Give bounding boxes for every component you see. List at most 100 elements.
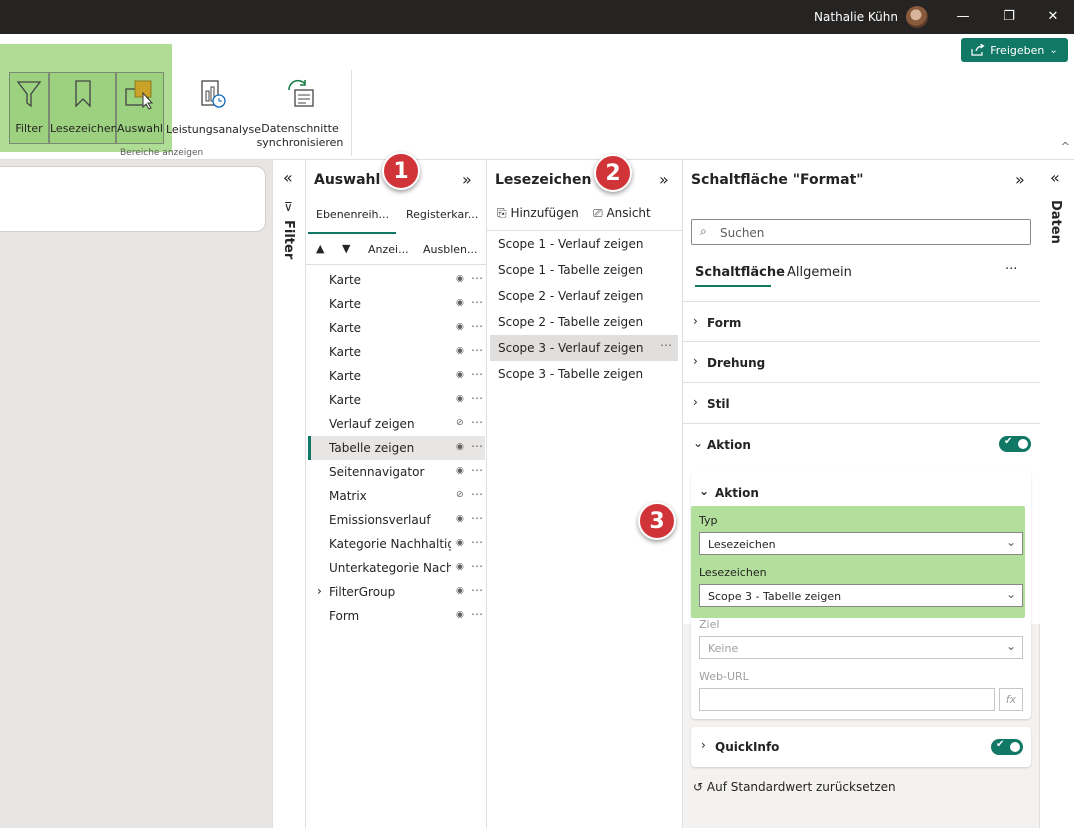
expand-filter-icon[interactable]: « — [283, 168, 293, 187]
collapse-format-icon[interactable]: » — [1015, 170, 1025, 189]
eye-hidden-icon[interactable]: ⊘ — [456, 490, 464, 500]
tab-button[interactable]: Schaltfläche — [695, 265, 785, 280]
tab-tab-order[interactable]: Registerkar... — [406, 208, 478, 221]
tab-layer-order[interactable]: Ebenenreih... — [316, 208, 389, 221]
eye-icon[interactable]: ◉ — [456, 586, 464, 596]
more-options-icon[interactable]: ⋯ — [471, 271, 483, 285]
action-toggle[interactable]: ✔ — [999, 436, 1031, 452]
bookmark-button-label: Lesezeichen — [50, 122, 118, 135]
filter-pane-collapsed[interactable]: « ⊽ Filter — [272, 160, 306, 828]
list-item[interactable]: Kategorie Nachhaltig... ◉ ⋯ — [308, 532, 485, 556]
more-options-icon[interactable]: ⋯ — [471, 559, 483, 573]
more-options-icon[interactable]: ⋯ — [471, 487, 483, 501]
filter-pane-button[interactable]: Filter — [9, 72, 49, 144]
more-options-icon[interactable]: ⋯ — [471, 535, 483, 549]
collapse-ribbon-icon[interactable]: ^ — [1061, 140, 1070, 153]
list-item[interactable]: Tabelle zeigen ◉ ⋯ — [308, 436, 485, 460]
share-button[interactable]: Freigeben ⌄ — [961, 38, 1068, 62]
list-item[interactable]: Emissionsverlauf ◉ ⋯ — [308, 508, 485, 532]
canvas-visual[interactable] — [0, 166, 266, 232]
eye-icon[interactable]: ◉ — [456, 298, 464, 308]
eye-icon[interactable]: ◉ — [456, 322, 464, 332]
expand-data-icon[interactable]: « — [1050, 168, 1060, 187]
more-options-icon[interactable]: ⋯ — [471, 463, 483, 477]
section-action[interactable]: ⌄ Aktion ✔ — [683, 424, 1040, 465]
hide-all-button[interactable]: Ausblen... — [423, 243, 478, 256]
eye-icon[interactable]: ◉ — [456, 538, 464, 548]
eye-icon[interactable]: ◉ — [456, 514, 464, 524]
add-bookmark-button[interactable]: ⎘ Hinzufügen — [497, 206, 579, 221]
collapse-bookmarks-icon[interactable]: » — [659, 170, 669, 189]
eye-icon[interactable]: ◉ — [456, 466, 464, 476]
list-item[interactable]: Karte ◉ ⋯ — [308, 292, 485, 316]
bookmark-item[interactable]: Scope 2 - Tabelle zeigen — [490, 309, 678, 335]
search-input[interactable]: ⌕ Suchen — [691, 219, 1031, 245]
list-item[interactable]: Form ◉ ⋯ — [308, 604, 485, 628]
eye-icon[interactable]: ◉ — [456, 274, 464, 284]
sync-slicers-button[interactable]: Datenschnitte synchronisieren — [256, 72, 344, 152]
more-options-icon[interactable]: ⋯ — [471, 319, 483, 333]
more-options-icon[interactable]: ⋯ — [471, 343, 483, 357]
eye-icon[interactable]: ◉ — [456, 610, 464, 620]
avatar[interactable] — [906, 6, 928, 28]
list-item[interactable]: Karte ◉ ⋯ — [308, 340, 485, 364]
performance-analyzer-button[interactable]: Leistungsanalyse — [166, 72, 261, 144]
bookmark-item[interactable]: Scope 1 - Tabelle zeigen — [490, 257, 678, 283]
minimize-button[interactable]: — — [940, 0, 986, 34]
target-dropdown[interactable]: Keine ⌄ — [699, 636, 1023, 659]
bookmark-item[interactable]: Scope 3 - Tabelle zeigen — [490, 361, 678, 387]
list-item[interactable]: Karte ◉ ⋯ — [308, 316, 485, 340]
list-item[interactable]: Seitennavigator ◉ ⋯ — [308, 460, 485, 484]
list-item[interactable]: › FilterGroup ◉ ⋯ — [308, 580, 485, 604]
section-form[interactable]: › Form — [683, 301, 1040, 342]
chevron-right-icon[interactable]: › — [317, 584, 322, 598]
eye-icon[interactable]: ◉ — [456, 346, 464, 356]
more-options-icon[interactable]: ⋯ — [471, 415, 483, 429]
more-options-icon[interactable]: ⋯ — [471, 583, 483, 597]
show-all-button[interactable]: Anzei... — [368, 243, 409, 256]
section-style[interactable]: › Stil — [683, 383, 1040, 424]
eye-icon[interactable]: ◉ — [456, 370, 464, 380]
web-url-input[interactable] — [699, 688, 995, 711]
data-pane-collapsed[interactable]: « Daten — [1040, 160, 1074, 828]
eye-icon[interactable]: ◉ — [456, 394, 464, 404]
section-rotation[interactable]: › Drehung — [683, 342, 1040, 383]
more-options-icon[interactable]: ⋯ — [471, 367, 483, 381]
quickinfo-card[interactable]: › QuickInfo ✔ — [691, 727, 1031, 767]
list-item[interactable]: Unterkategorie Nach... ◉ ⋯ — [308, 556, 485, 580]
close-button[interactable]: ✕ — [1030, 0, 1074, 34]
view-button[interactable]: ⎚ Ansicht — [593, 206, 651, 221]
type-dropdown[interactable]: Lesezeichen ⌄ — [699, 532, 1023, 555]
bookmarks-pane-button[interactable]: Lesezeichen — [49, 72, 118, 144]
bookmark-item[interactable]: Scope 2 - Verlauf zeigen — [490, 283, 678, 309]
tab-general[interactable]: Allgemein — [787, 265, 852, 280]
bookmark-dropdown[interactable]: Scope 3 - Tabelle zeigen ⌄ — [699, 584, 1023, 607]
eye-icon[interactable]: ◉ — [456, 562, 464, 572]
more-options-icon[interactable]: ⋯ — [471, 439, 483, 453]
maximize-button[interactable]: ❐ — [986, 0, 1032, 34]
fx-button[interactable]: fx — [999, 688, 1023, 711]
more-options-icon[interactable]: ⋯ — [471, 391, 483, 405]
more-options-icon[interactable]: ··· — [1005, 262, 1017, 277]
bookmark-item[interactable]: Scope 3 - Verlauf zeigen ⋯ — [490, 335, 678, 361]
more-options-icon[interactable]: ⋯ — [471, 511, 483, 525]
collapse-selection-icon[interactable]: » — [462, 170, 472, 189]
bookmark-item[interactable]: Scope 1 - Verlauf zeigen — [490, 231, 678, 257]
list-item[interactable]: Verlauf zeigen ⊘ ⋯ — [308, 412, 485, 436]
quickinfo-toggle[interactable]: ✔ — [991, 739, 1023, 755]
move-up-icon[interactable]: ▲ — [316, 242, 324, 255]
move-down-icon[interactable]: ▼ — [342, 242, 350, 255]
list-item[interactable]: Karte ◉ ⋯ — [308, 268, 485, 292]
more-options-icon[interactable]: ⋯ — [471, 607, 483, 621]
reset-button[interactable]: ↺ Auf Standardwert zurücksetzen — [693, 780, 896, 794]
eye-hidden-icon[interactable]: ⊘ — [456, 418, 464, 428]
chevron-down-icon[interactable]: ⌄ — [699, 484, 709, 498]
list-item[interactable]: Matrix ⊘ ⋯ — [308, 484, 485, 508]
list-item[interactable]: Karte ◉ ⋯ — [308, 388, 485, 412]
report-canvas[interactable] — [0, 160, 272, 828]
eye-icon[interactable]: ◉ — [456, 442, 464, 452]
list-item[interactable]: Karte ◉ ⋯ — [308, 364, 485, 388]
selection-pane-button[interactable]: Auswahl — [116, 72, 164, 144]
more-options-icon[interactable]: ⋯ — [471, 295, 483, 309]
more-options-icon[interactable]: ⋯ — [660, 338, 672, 352]
